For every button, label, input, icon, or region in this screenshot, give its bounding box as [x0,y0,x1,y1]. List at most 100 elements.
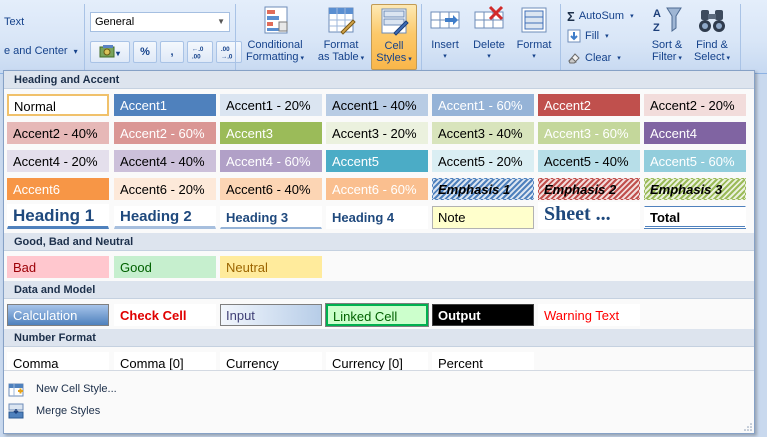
style-accent6-60[interactable]: Accent6 - 60% [326,178,428,200]
section-number-format: Number Format [4,329,754,347]
find-select-button[interactable]: Find & Select ▾ [690,4,734,70]
merge-center-label: e and Center [4,45,68,57]
style-accent5-60[interactable]: Accent5 - 60% [644,150,746,172]
increase-decimal-button[interactable]: ←.0 .00 [187,41,213,63]
chevron-down-icon: ▾ [532,53,536,60]
number-format-dropdown[interactable]: General ▼ [90,12,230,32]
format-label: Format [516,39,552,51]
style-accent6[interactable]: Accent6 [7,178,109,200]
style-warning-text[interactable]: Warning Text [538,304,640,326]
percent-style-button[interactable]: % [133,41,157,63]
increase-decimal-icon: ←.0 .00 [192,46,204,60]
merge-styles-label: Merge Styles [36,405,101,417]
style-heading3[interactable]: Heading 3 [220,206,322,229]
style-accent6-20[interactable]: Accent6 - 20% [114,178,216,200]
svg-text:▾: ▾ [115,49,121,58]
style-emphasis3[interactable]: Emphasis 3 [644,178,746,200]
format-cells-icon [521,7,547,33]
style-accent2-60[interactable]: Accent2 - 60% [114,122,216,144]
sigma-icon: Σ [567,8,575,24]
resize-grip-icon[interactable] [744,423,752,431]
style-accent2-40[interactable]: Accent2 - 40% [7,122,109,144]
style-check-cell[interactable]: Check Cell [114,304,216,326]
comma-style-button[interactable]: , [160,41,184,63]
style-accent3[interactable]: Accent3 [220,122,322,144]
clear-label: Clear [585,52,612,64]
new-cell-style-icon [8,383,24,397]
chevron-down-icon: ▾ [487,53,491,60]
conditional-formatting-button[interactable]: Conditional Formatting ▾ [240,4,310,70]
style-input[interactable]: Input [220,304,322,326]
svg-text:.00: .00 [192,53,201,60]
style-heading4[interactable]: Heading 4 [326,206,428,229]
style-heading1[interactable]: Heading 1 [7,204,109,229]
style-accent1-60[interactable]: Accent1 - 60% [432,94,534,116]
chevron-down-icon[interactable]: ▼ [217,17,225,26]
cell-styles-button[interactable]: Cell Styles ▾ [371,4,417,70]
clear-button[interactable]: Clear ▾ [567,49,621,67]
style-accent4-40[interactable]: Accent4 - 40% [114,150,216,172]
style-accent2-20[interactable]: Accent2 - 20% [644,94,746,116]
conditional-formatting-label-2: Formatting ▾ [245,51,305,63]
chevron-down-icon: ▾ [630,13,634,20]
style-output[interactable]: Output [432,304,534,326]
style-accent3-60[interactable]: Accent3 - 60% [538,122,640,144]
eraser-icon [568,53,580,64]
format-as-table-button[interactable]: Format as Table ▾ [314,4,368,70]
delete-cells-icon [474,5,504,29]
style-calculation[interactable]: Calculation [7,304,109,326]
style-normal[interactable]: Normal [7,94,109,116]
group-separator [740,4,741,70]
style-heading2[interactable]: Heading 2 [114,206,216,229]
style-accent4-20[interactable]: Accent4 - 20% [7,150,109,172]
style-bad[interactable]: Bad [7,256,109,278]
svg-text:Z: Z [653,22,660,34]
merge-center-button[interactable]: e and Center ▾ [4,45,78,57]
style-accent4[interactable]: Accent4 [644,122,746,144]
style-emphasis1[interactable]: Emphasis 1 [432,178,534,200]
fill-label: Fill [585,30,600,42]
cell-styles-label-2: Styles ▾ [376,52,412,64]
merge-styles-menu-item[interactable]: Merge Styles [8,401,100,421]
new-cell-style-menu-item[interactable]: New Cell Style... [8,379,117,399]
find-select-label-1: Find & [696,39,728,51]
style-linked-cell[interactable]: Linked Cell [325,303,429,327]
style-accent3-40[interactable]: Accent3 - 40% [432,122,534,144]
style-emphasis2[interactable]: Emphasis 2 [538,178,640,200]
autosum-button[interactable]: Σ AutoSum ▾ [567,7,634,25]
decrease-decimal-button[interactable]: .00 →.0 [216,41,242,63]
style-good[interactable]: Good [114,256,216,278]
group-separator [84,4,85,70]
delete-button[interactable]: Delete ▾ [468,4,510,70]
style-note[interactable]: Note [432,206,534,229]
chevron-down-icon: ▾ [617,55,621,62]
format-as-table-label-1: Format [323,39,359,51]
style-accent1[interactable]: Accent1 [114,94,216,116]
style-accent4-60[interactable]: Accent4 - 60% [220,150,322,172]
style-accent1-40[interactable]: Accent1 - 40% [326,94,428,116]
fill-down-icon [567,29,581,43]
fill-button[interactable]: Fill ▾ [567,27,609,45]
conditional-formatting-label-1: Conditional [247,39,303,51]
cell-styles-gallery: Heading and Accent Normal Accent1 Accent… [3,70,755,434]
style-accent6-40[interactable]: Accent6 - 40% [220,178,322,200]
style-sheet-title[interactable]: Sheet ... [538,202,640,229]
wrap-text-button[interactable]: Text [4,16,24,28]
style-total[interactable]: Total [644,206,746,229]
style-accent1-20[interactable]: Accent1 - 20% [220,94,322,116]
svg-text:A: A [653,8,661,20]
insert-button[interactable]: Insert ▾ [425,4,465,70]
style-accent5-20[interactable]: Accent5 - 20% [432,150,534,172]
sort-filter-icon: A Z [653,7,682,34]
sort-filter-button[interactable]: A Z Sort & Filter ▾ [647,4,687,70]
format-as-table-icon [328,7,356,35]
autosum-label: AutoSum [578,10,625,22]
accounting-format-button[interactable]: ▾ [90,41,130,63]
style-accent3-20[interactable]: Accent3 - 20% [326,122,428,144]
style-accent2[interactable]: Accent2 [538,94,640,116]
format-button[interactable]: Format ▾ [513,4,555,70]
style-accent5-40[interactable]: Accent5 - 40% [538,150,640,172]
chevron-down-icon: ▾ [605,33,609,40]
style-neutral[interactable]: Neutral [220,256,322,278]
style-accent5[interactable]: Accent5 [326,150,428,172]
